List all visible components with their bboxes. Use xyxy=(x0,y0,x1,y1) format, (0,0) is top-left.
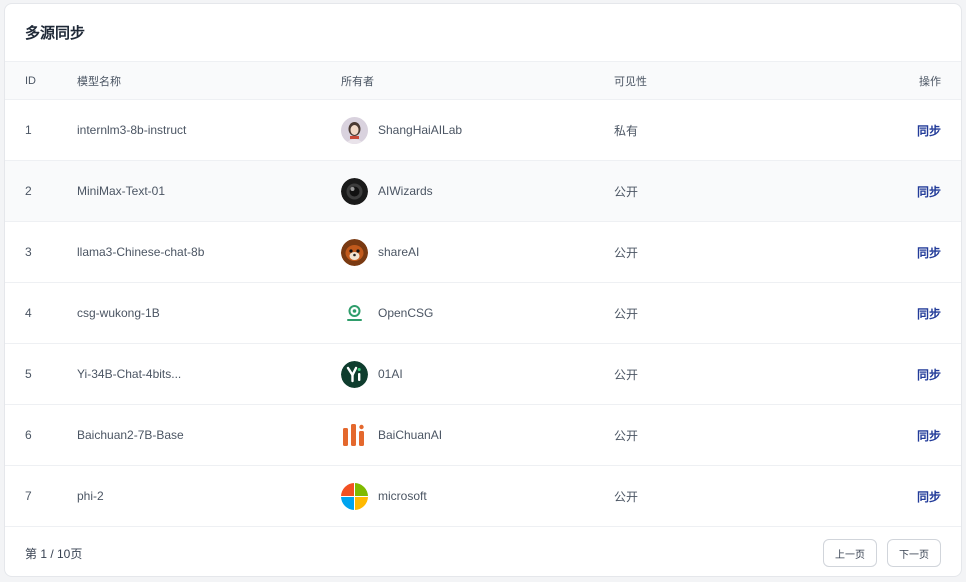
microsoft-logo-icon xyxy=(341,482,368,510)
panel-title: 多源同步 xyxy=(25,25,86,42)
visibility: 公开 xyxy=(614,367,639,382)
baichuan-logo-icon xyxy=(341,421,368,449)
row-id: 1 xyxy=(25,123,32,137)
next-page-button[interactable]: 下一页 xyxy=(887,539,941,567)
sync-panel: 多源同步 ID 模型名称 所有者 可见性 操作 1 internlm3-8b-i… xyxy=(4,3,962,577)
column-header-visibility: 可见性 xyxy=(614,75,647,88)
model-name: internlm3-8b-instruct xyxy=(77,123,187,137)
table-row: 3 llama3-Chinese-chat-8b shareAI 公开 同步 xyxy=(5,222,961,283)
owner-cell: ShangHaiAILab xyxy=(321,116,602,144)
owner-name[interactable]: BaiChuanAI xyxy=(378,428,442,442)
sync-button[interactable]: 同步 xyxy=(917,307,941,321)
visibility: 公开 xyxy=(614,489,639,504)
page-info: 第 1 / 10页 xyxy=(25,546,83,561)
owner-name[interactable]: 01AI xyxy=(378,367,403,381)
sync-button[interactable]: 同步 xyxy=(917,185,941,199)
red-panda-icon xyxy=(341,238,368,266)
owner-cell: microsoft xyxy=(321,482,602,510)
model-name: phi-2 xyxy=(77,489,104,503)
owner-cell: OpenCSG xyxy=(321,299,602,327)
owner-name[interactable]: OpenCSG xyxy=(378,306,433,320)
column-header-owner: 所有者 xyxy=(341,75,374,88)
row-id: 7 xyxy=(25,489,32,503)
column-header-action: 操作 xyxy=(919,75,941,88)
visibility: 公开 xyxy=(614,306,639,321)
owner-name[interactable]: microsoft xyxy=(378,489,427,503)
row-id: 3 xyxy=(25,245,32,259)
table-row: 2 MiniMax-Text-01 AIWizards 公开 同步 xyxy=(5,161,961,222)
visibility: 公开 xyxy=(614,245,639,260)
owner-name[interactable]: ShangHaiAILab xyxy=(378,123,462,137)
person-avatar-icon xyxy=(341,116,368,144)
table-row: 4 csg-wukong-1B OpenCSG 公开 同步 xyxy=(5,283,961,344)
pagination-bar: 第 1 / 10页 上一页 下一页 xyxy=(5,527,961,576)
sync-button[interactable]: 同步 xyxy=(917,124,941,138)
sync-button[interactable]: 同步 xyxy=(917,368,941,382)
owner-cell: AIWizards xyxy=(321,177,602,205)
sync-button[interactable]: 同步 xyxy=(917,429,941,443)
owner-name[interactable]: AIWizards xyxy=(378,184,433,198)
yi-logo-icon xyxy=(341,360,368,388)
row-id: 4 xyxy=(25,306,32,320)
sync-button[interactable]: 同步 xyxy=(917,490,941,504)
camera-lens-icon xyxy=(341,177,368,205)
sync-button[interactable]: 同步 xyxy=(917,246,941,260)
model-name: llama3-Chinese-chat-8b xyxy=(77,245,205,259)
table-row: 1 internlm3-8b-instruct ShangHaiAILab 私有… xyxy=(5,100,961,161)
model-name: Yi-34B-Chat-4bits... xyxy=(77,367,182,381)
owner-cell: shareAI xyxy=(321,238,602,266)
visibility: 公开 xyxy=(614,184,639,199)
row-id: 2 xyxy=(25,184,32,198)
pager-controls: 上一页 下一页 xyxy=(823,539,941,567)
row-id: 5 xyxy=(25,367,32,381)
column-header-name: 模型名称 xyxy=(77,75,121,88)
column-header-id: ID xyxy=(25,74,36,87)
table-row: 6 Baichuan2-7B-Base BaiChuanAI 公开 同步 xyxy=(5,405,961,466)
table-row: 5 Yi-34B-Chat-4bits... 01AI 公开 同步 xyxy=(5,344,961,405)
model-name: csg-wukong-1B xyxy=(77,306,160,320)
opencsg-logo-icon xyxy=(341,299,368,327)
owner-cell: BaiChuanAI xyxy=(321,421,602,449)
table-row: 7 phi-2 microsoft 公开 同步 xyxy=(5,466,961,527)
visibility: 私有 xyxy=(614,123,639,138)
visibility: 公开 xyxy=(614,428,639,443)
model-name: Baichuan2-7B-Base xyxy=(77,428,184,442)
owner-cell: 01AI xyxy=(321,360,602,388)
table-header: ID 模型名称 所有者 可见性 操作 xyxy=(5,61,961,100)
prev-page-button[interactable]: 上一页 xyxy=(823,539,877,567)
model-name: MiniMax-Text-01 xyxy=(77,184,166,198)
row-id: 6 xyxy=(25,428,32,442)
owner-name[interactable]: shareAI xyxy=(378,245,419,259)
